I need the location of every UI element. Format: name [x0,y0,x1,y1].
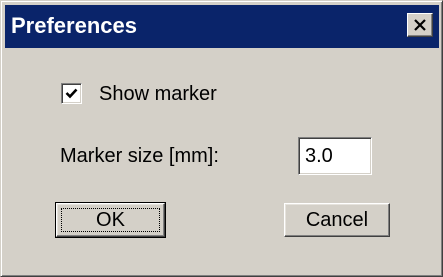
preferences-dialog: Preferences Show marker Marker size [mm]… [0,0,443,277]
cancel-button[interactable]: Cancel [284,203,390,237]
checkmark-icon [65,88,78,99]
show-marker-label[interactable]: Show marker [99,81,217,107]
focus-rectangle [61,208,160,232]
ok-button[interactable]: OK [55,202,166,238]
close-button[interactable] [407,13,433,37]
cancel-button-label: Cancel [305,209,369,231]
show-marker-checkbox[interactable] [61,83,82,104]
marker-size-input[interactable] [298,137,372,175]
close-icon [414,19,426,31]
title-bar[interactable]: Preferences [5,5,439,48]
window-title: Preferences [11,13,137,38]
marker-size-label: Marker size [mm]: [60,145,219,167]
